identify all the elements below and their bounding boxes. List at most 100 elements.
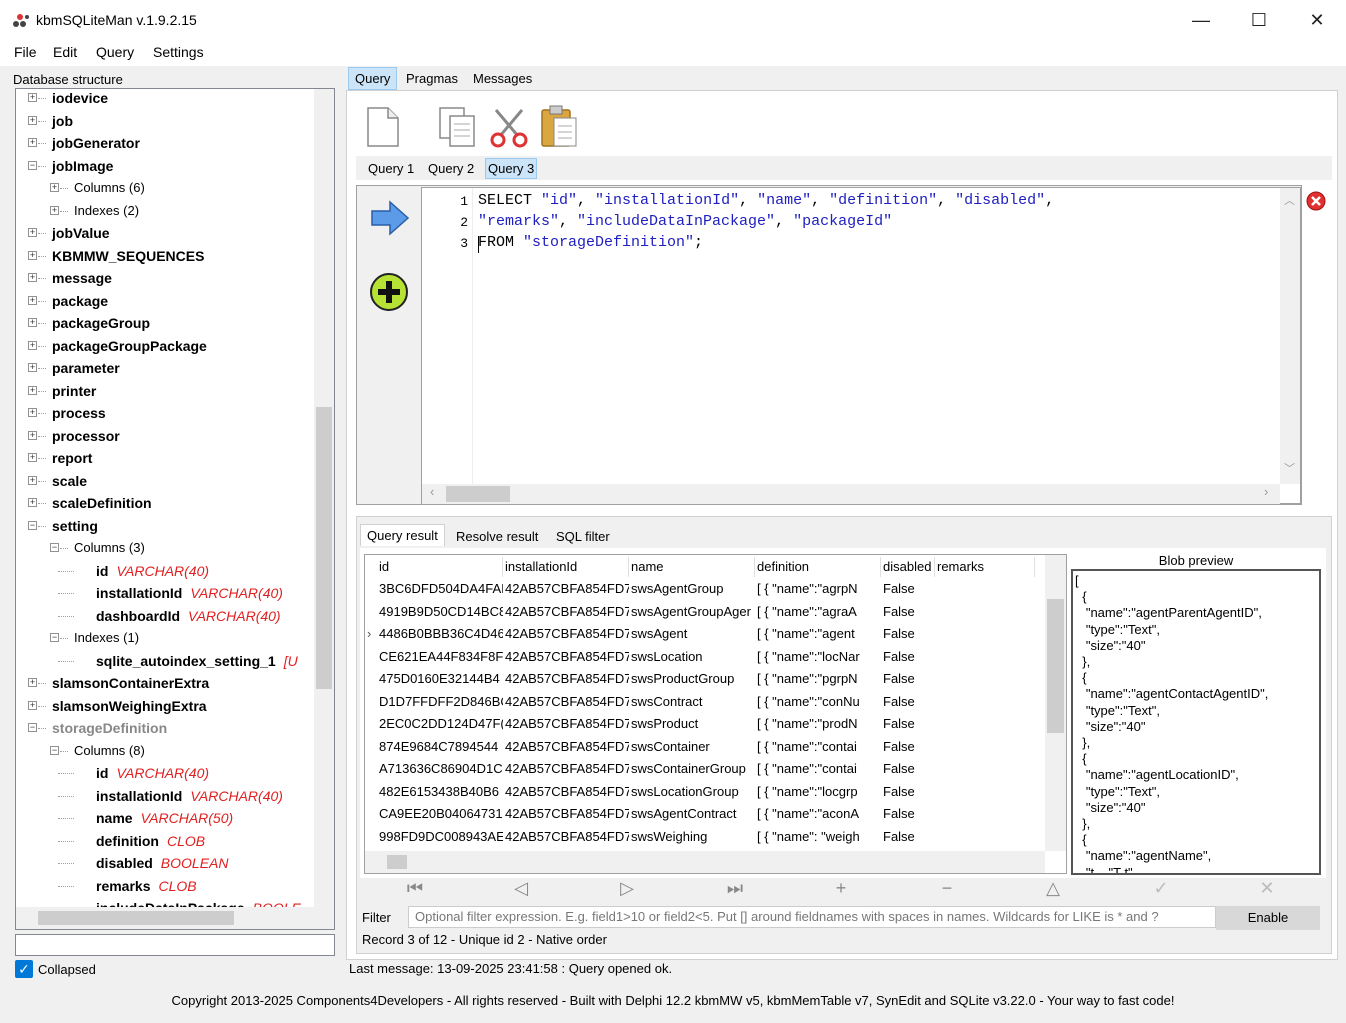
table-cell[interactable]: swsProduct: [629, 713, 755, 735]
table-cell[interactable]: 874E9684C7894544: [377, 736, 503, 758]
menu-settings[interactable]: Settings: [153, 44, 204, 60]
expand-icon[interactable]: +: [28, 318, 37, 327]
table-cell[interactable]: [ { "name":"agent: [755, 623, 881, 645]
collapse-icon[interactable]: −: [28, 723, 37, 732]
table-cell[interactable]: 42AB57CBFA854FD7: [503, 668, 629, 690]
collapse-icon[interactable]: −: [50, 745, 59, 755]
scroll-right-icon[interactable]: ›: [1264, 484, 1268, 499]
expand-icon[interactable]: +: [28, 430, 37, 440]
add-query-icon[interactable]: [369, 272, 409, 312]
table-cell[interactable]: CA9EE20B04064731: [377, 803, 503, 825]
table-cell[interactable]: False: [881, 601, 935, 623]
edit-record-icon[interactable]: △: [1038, 878, 1068, 899]
last-record-icon[interactable]: ⏭: [720, 878, 750, 899]
table-cell[interactable]: [ { "name":"conNu: [755, 691, 881, 713]
expand-icon[interactable]: +: [28, 385, 37, 395]
expand-icon[interactable]: +: [28, 408, 37, 417]
editor-vscroll[interactable]: [1280, 188, 1300, 484]
column-header[interactable]: name: [629, 557, 755, 577]
tab-query-result[interactable]: Query result: [360, 524, 445, 546]
collapse-icon[interactable]: −: [28, 520, 37, 530]
expand-icon[interactable]: +: [28, 340, 37, 350]
expand-icon[interactable]: +: [28, 498, 37, 507]
tab-pragmas[interactable]: Pragmas: [400, 68, 464, 89]
table-cell[interactable]: 42AB57CBFA854FD7: [503, 736, 629, 758]
table-cell[interactable]: 475D0160E32144B4: [377, 668, 503, 690]
table-cell[interactable]: False: [881, 623, 935, 645]
scroll-left-icon[interactable]: ‹: [430, 484, 434, 499]
tree-hscroll-thumb[interactable]: [38, 911, 234, 925]
tree-vscroll-thumb[interactable]: [316, 407, 332, 689]
scroll-up-icon[interactable]: ︿: [1284, 192, 1295, 208]
collapse-icon[interactable]: −: [50, 633, 59, 642]
table-cell[interactable]: swsContract: [629, 691, 755, 713]
expand-icon[interactable]: +: [28, 678, 37, 687]
table-cell[interactable]: False: [881, 826, 935, 848]
table-cell[interactable]: 2EC0C2DD124D47F(: [377, 713, 503, 735]
tab-query-1[interactable]: Query 1: [362, 158, 420, 179]
table-cell[interactable]: swsAgentGroup: [629, 578, 755, 600]
expand-icon[interactable]: +: [28, 138, 37, 147]
table-cell[interactable]: swsLocation: [629, 646, 755, 668]
column-header[interactable]: disabled: [881, 557, 935, 577]
column-header[interactable]: installationId: [503, 557, 629, 577]
table-cell[interactable]: swsProductGroup: [629, 668, 755, 690]
minimize-button[interactable]: —: [1172, 0, 1230, 40]
filter-input[interactable]: Optional filter expression. E.g. field1>…: [408, 906, 1216, 928]
tab-resolve-result[interactable]: Resolve result: [450, 526, 544, 547]
collapsed-checkbox[interactable]: ✓: [15, 960, 33, 978]
collapse-icon[interactable]: −: [50, 543, 59, 552]
close-window-button[interactable]: ✕: [1288, 0, 1346, 40]
table-cell[interactable]: CE621EA44F834F8F: [377, 646, 503, 668]
table-cell[interactable]: [ { "name":"aconA: [755, 803, 881, 825]
expand-icon[interactable]: +: [28, 250, 37, 260]
tab-query[interactable]: Query: [348, 67, 398, 90]
table-cell[interactable]: swsContainerGroup: [629, 758, 755, 780]
table-cell[interactable]: 998FD9DC008943AE: [377, 826, 503, 848]
table-cell[interactable]: 482E6153438B40B6: [377, 781, 503, 803]
table-cell[interactable]: [ { "name":"contai: [755, 758, 881, 780]
expand-icon[interactable]: +: [28, 115, 37, 125]
enable-filter-button[interactable]: Enable: [1216, 906, 1320, 930]
paste-icon[interactable]: [540, 104, 580, 148]
expand-icon[interactable]: +: [50, 205, 59, 215]
table-cell[interactable]: A713636C86904D1C: [377, 758, 503, 780]
column-header[interactable]: remarks: [935, 557, 1035, 577]
table-cell[interactable]: 3BC6DFD504DA4FAI: [377, 578, 503, 600]
expand-icon[interactable]: +: [28, 93, 37, 102]
menu-file[interactable]: File: [14, 44, 37, 60]
prior-record-icon[interactable]: ◁: [506, 878, 536, 899]
table-cell[interactable]: False: [881, 803, 935, 825]
expand-icon[interactable]: +: [28, 475, 37, 485]
table-cell[interactable]: 42AB57CBFA854FD7: [503, 826, 629, 848]
insert-record-icon[interactable]: +: [826, 878, 856, 899]
table-cell[interactable]: swsWeighing: [629, 826, 755, 848]
table-cell[interactable]: 42AB57CBFA854FD7: [503, 691, 629, 713]
expand-icon[interactable]: +: [28, 228, 37, 237]
expand-icon[interactable]: +: [28, 453, 37, 462]
expand-icon[interactable]: +: [28, 273, 37, 282]
table-cell[interactable]: False: [881, 578, 935, 600]
next-record-icon[interactable]: ▷: [612, 878, 642, 899]
menu-edit[interactable]: Edit: [53, 44, 77, 60]
execute-arrow-icon[interactable]: [370, 200, 410, 236]
table-cell[interactable]: swsLocationGroup: [629, 781, 755, 803]
expand-icon[interactable]: +: [28, 295, 37, 305]
table-cell[interactable]: 42AB57CBFA854FD7: [503, 803, 629, 825]
database-tree[interactable]: + iodevice + job + jobGenerator − jobImage + Colu…: [15, 88, 335, 930]
first-record-icon[interactable]: ⏮: [400, 878, 430, 899]
collapse-icon[interactable]: −: [28, 160, 37, 170]
tab-query-3[interactable]: Query 3: [485, 158, 538, 179]
table-cell[interactable]: swsAgentContract: [629, 803, 755, 825]
table-cell[interactable]: [ { "name":"contai: [755, 736, 881, 758]
copy-icon[interactable]: [438, 106, 478, 148]
expand-icon[interactable]: +: [28, 363, 37, 372]
table-cell[interactable]: False: [881, 646, 935, 668]
table-cell[interactable]: [ { "name":"agraA: [755, 601, 881, 623]
scroll-down-icon[interactable]: ﹀: [1284, 460, 1295, 476]
table-cell[interactable]: 42AB57CBFA854FD7: [503, 781, 629, 803]
table-cell[interactable]: [ { "name":"pgrpN: [755, 668, 881, 690]
table-cell[interactable]: False: [881, 736, 935, 758]
grid-vscroll-thumb[interactable]: [1047, 599, 1064, 733]
delete-record-icon[interactable]: −: [932, 878, 962, 899]
